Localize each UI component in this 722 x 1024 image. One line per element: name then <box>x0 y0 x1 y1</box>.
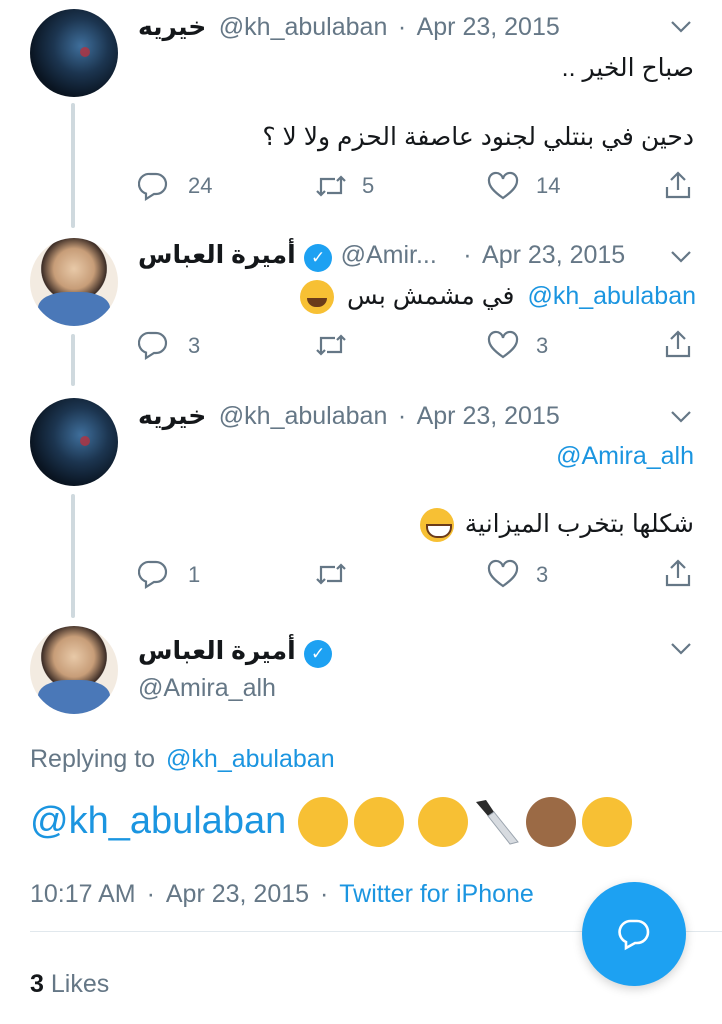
screaming-face-emoji <box>582 797 632 847</box>
mention-link[interactable]: @Amira_alh <box>138 442 694 471</box>
reply-icon[interactable] <box>138 330 168 360</box>
see-no-evil-monkey-emoji <box>526 797 576 847</box>
author-handle: @Amir... <box>340 241 437 269</box>
chevron-down-icon[interactable] <box>670 410 692 424</box>
replying-to: Replying to @kh_abulaban <box>30 745 335 774</box>
avatar[interactable] <box>30 9 118 97</box>
like-count: 3 <box>536 562 549 587</box>
chevron-down-icon[interactable] <box>670 20 692 34</box>
separator: · <box>397 13 407 41</box>
knife-emoji <box>476 800 519 845</box>
tweet-text: في مشمش بس <box>346 281 515 310</box>
thread-line <box>71 334 75 386</box>
author-handle: @Amira_alh <box>138 674 276 702</box>
chevron-down-icon[interactable] <box>670 250 692 264</box>
verified-badge-icon: ✓ <box>304 640 333 668</box>
replying-to-link[interactable]: @kh_abulaban <box>166 745 335 773</box>
tweet-source-link[interactable]: Twitter for iPhone <box>339 880 534 908</box>
author-name[interactable]: خيريه <box>138 402 206 430</box>
heart-icon[interactable] <box>487 171 519 201</box>
retweet-icon[interactable] <box>314 559 348 589</box>
likes-count: 3 <box>30 970 44 998</box>
retweet-icon[interactable] <box>314 330 348 360</box>
compose-reply-button[interactable] <box>582 882 686 986</box>
reply-count: 3 <box>188 333 201 358</box>
separator: · <box>320 880 329 908</box>
tweet-text: صباح الخير .. <box>561 54 694 82</box>
tweet-date[interactable]: Apr 23, 2015 <box>417 13 560 41</box>
retweet-count: 5 <box>362 173 375 198</box>
crying-face-emoji <box>418 797 468 847</box>
reply-icon[interactable] <box>138 559 168 589</box>
author-handle: @kh_abulaban <box>218 13 388 41</box>
retweet-icon[interactable] <box>314 171 348 201</box>
separator: · <box>146 880 155 908</box>
author-name[interactable]: أميرة العباس <box>138 637 296 665</box>
author-handle: @kh_abulaban <box>218 402 388 430</box>
reply-count: 1 <box>188 562 201 587</box>
replying-prefix: Replying to <box>30 745 156 773</box>
tweet-time: 10:17 AM <box>30 880 136 908</box>
share-icon[interactable] <box>664 170 692 200</box>
compose-reply-icon <box>618 919 650 951</box>
separator: · <box>397 402 407 430</box>
avatar[interactable] <box>30 238 118 326</box>
separator: · <box>463 241 472 269</box>
tweet-date: Apr 23, 2015 <box>165 880 310 908</box>
thread-line <box>71 494 75 618</box>
like-count: 3 <box>536 333 549 358</box>
laughing-tears-emoji <box>300 280 334 314</box>
tweet-date[interactable]: Apr 23, 2015 <box>417 402 560 430</box>
grinning-emoji <box>419 508 454 542</box>
reply-count: 24 <box>188 173 213 198</box>
likes-label: Likes <box>50 970 110 998</box>
thread-line <box>71 103 75 228</box>
avatar[interactable] <box>30 398 118 486</box>
like-count: 14 <box>536 173 561 198</box>
author-name[interactable]: أميرة العباس <box>138 241 296 269</box>
author-name[interactable]: خيريه <box>138 13 206 41</box>
reply-icon[interactable] <box>138 171 168 201</box>
likes-summary[interactable]: 3 Likes <box>30 970 109 999</box>
heart-icon[interactable] <box>487 559 519 589</box>
tweet-text: دحين في بنتلي لجنود عاصفة الحزم ولا لا ؟ <box>262 123 694 151</box>
avatar[interactable] <box>30 626 118 714</box>
verified-badge-icon: ✓ <box>304 244 333 272</box>
share-icon[interactable] <box>664 558 692 588</box>
heart-icon[interactable] <box>487 330 519 360</box>
mention-link[interactable]: @kh_abulaban <box>527 282 696 310</box>
mention-link[interactable]: @kh_abulaban <box>30 800 286 842</box>
laughing-tears-emoji <box>354 797 404 847</box>
laughing-tears-emoji <box>298 797 348 847</box>
tweet-meta: 10:17 AM · Apr 23, 2015 · Twitter for iP… <box>30 880 534 909</box>
tweet-date[interactable]: Apr 23, 2015 <box>482 241 625 269</box>
chevron-down-icon[interactable] <box>670 642 692 656</box>
tweet-text: شكلها بتخرب الميزانية <box>464 509 694 538</box>
share-icon[interactable] <box>664 329 692 359</box>
